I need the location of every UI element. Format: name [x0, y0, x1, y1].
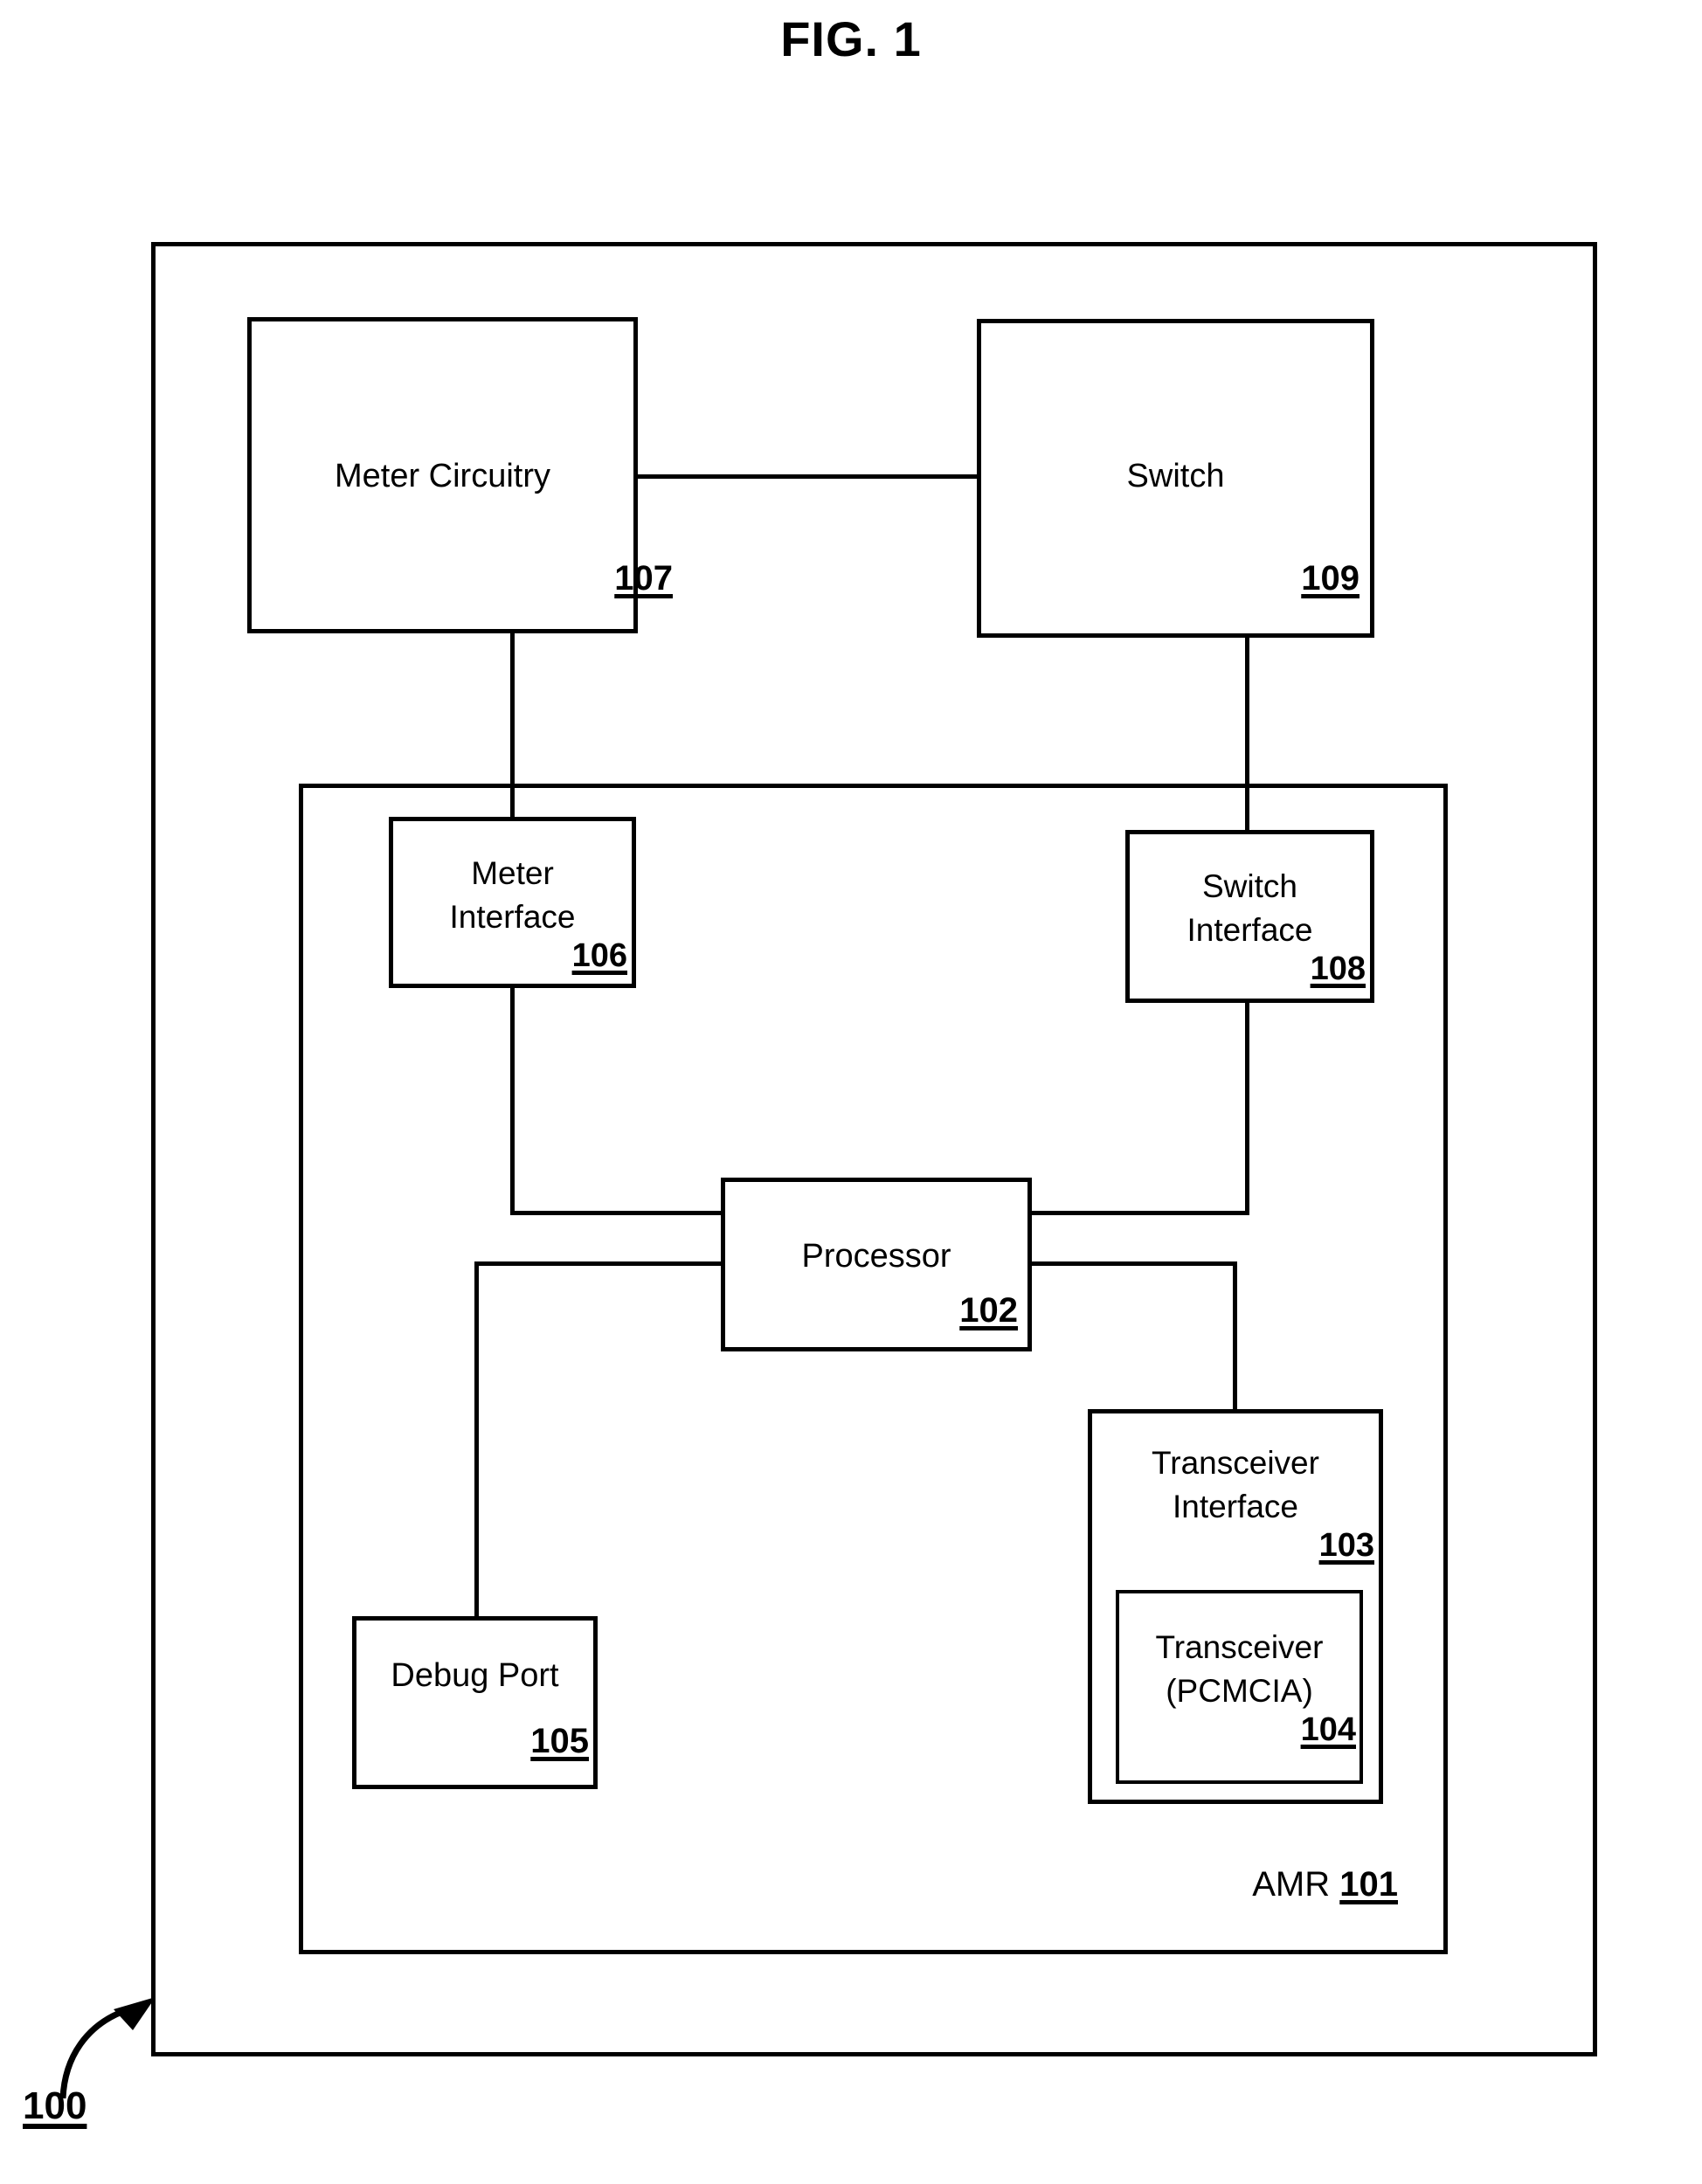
- switch-interface-label: Switch Interface: [1187, 868, 1313, 948]
- processor-ref: 102: [959, 1291, 1018, 1330]
- connector-meter-interface-to-processor: [510, 1211, 724, 1215]
- switch-label: Switch: [1126, 458, 1225, 494]
- meter-interface-ref: 106: [571, 937, 627, 974]
- amr-ref: 101: [1339, 1865, 1398, 1904]
- connector-meter-circuitry-to-switch: [636, 474, 979, 479]
- connector-switch-to-switch-interface: [1245, 636, 1249, 833]
- processor-label: Processor: [801, 1238, 951, 1275]
- connector-meter-interface-down: [510, 988, 515, 1215]
- amr-label: AMR: [1252, 1865, 1331, 1904]
- system-reference-number: 100: [23, 2084, 87, 2127]
- connector-processor-to-debug-port-horizontal: [474, 1261, 725, 1266]
- meter-circuitry-ref: 107: [614, 559, 673, 598]
- amr-label-and-ref: AMR 101: [1252, 1865, 1398, 1904]
- figure-title: FIG. 1: [780, 11, 922, 66]
- switch-interface-ref: 108: [1310, 950, 1366, 987]
- connector-switch-interface-to-processor: [1028, 1211, 1249, 1215]
- debug-port-box[interactable]: [352, 1616, 598, 1789]
- transceiver-interface-ref: 103: [1318, 1527, 1374, 1564]
- connector-processor-to-debug-port-vertical: [474, 1261, 479, 1620]
- switch-ref: 109: [1301, 559, 1360, 598]
- connector-switch-interface-down: [1245, 1003, 1249, 1215]
- connector-meter-circuitry-to-meter-interface: [510, 632, 515, 819]
- transceiver-interface-label: Transceiver Interface: [1152, 1445, 1319, 1524]
- meter-interface-label: Meter Interface: [449, 855, 576, 935]
- debug-port-label: Debug Port: [391, 1657, 559, 1694]
- transceiver-label: Transceiver (PCMCIA): [1155, 1629, 1324, 1709]
- connector-processor-to-transceiver-vertical: [1233, 1261, 1237, 1413]
- transceiver-ref: 104: [1300, 1711, 1356, 1748]
- connector-processor-to-transceiver-horizontal: [1028, 1261, 1237, 1266]
- debug-port-ref: 105: [530, 1722, 589, 1760]
- meter-circuitry-label: Meter Circuitry: [334, 458, 551, 494]
